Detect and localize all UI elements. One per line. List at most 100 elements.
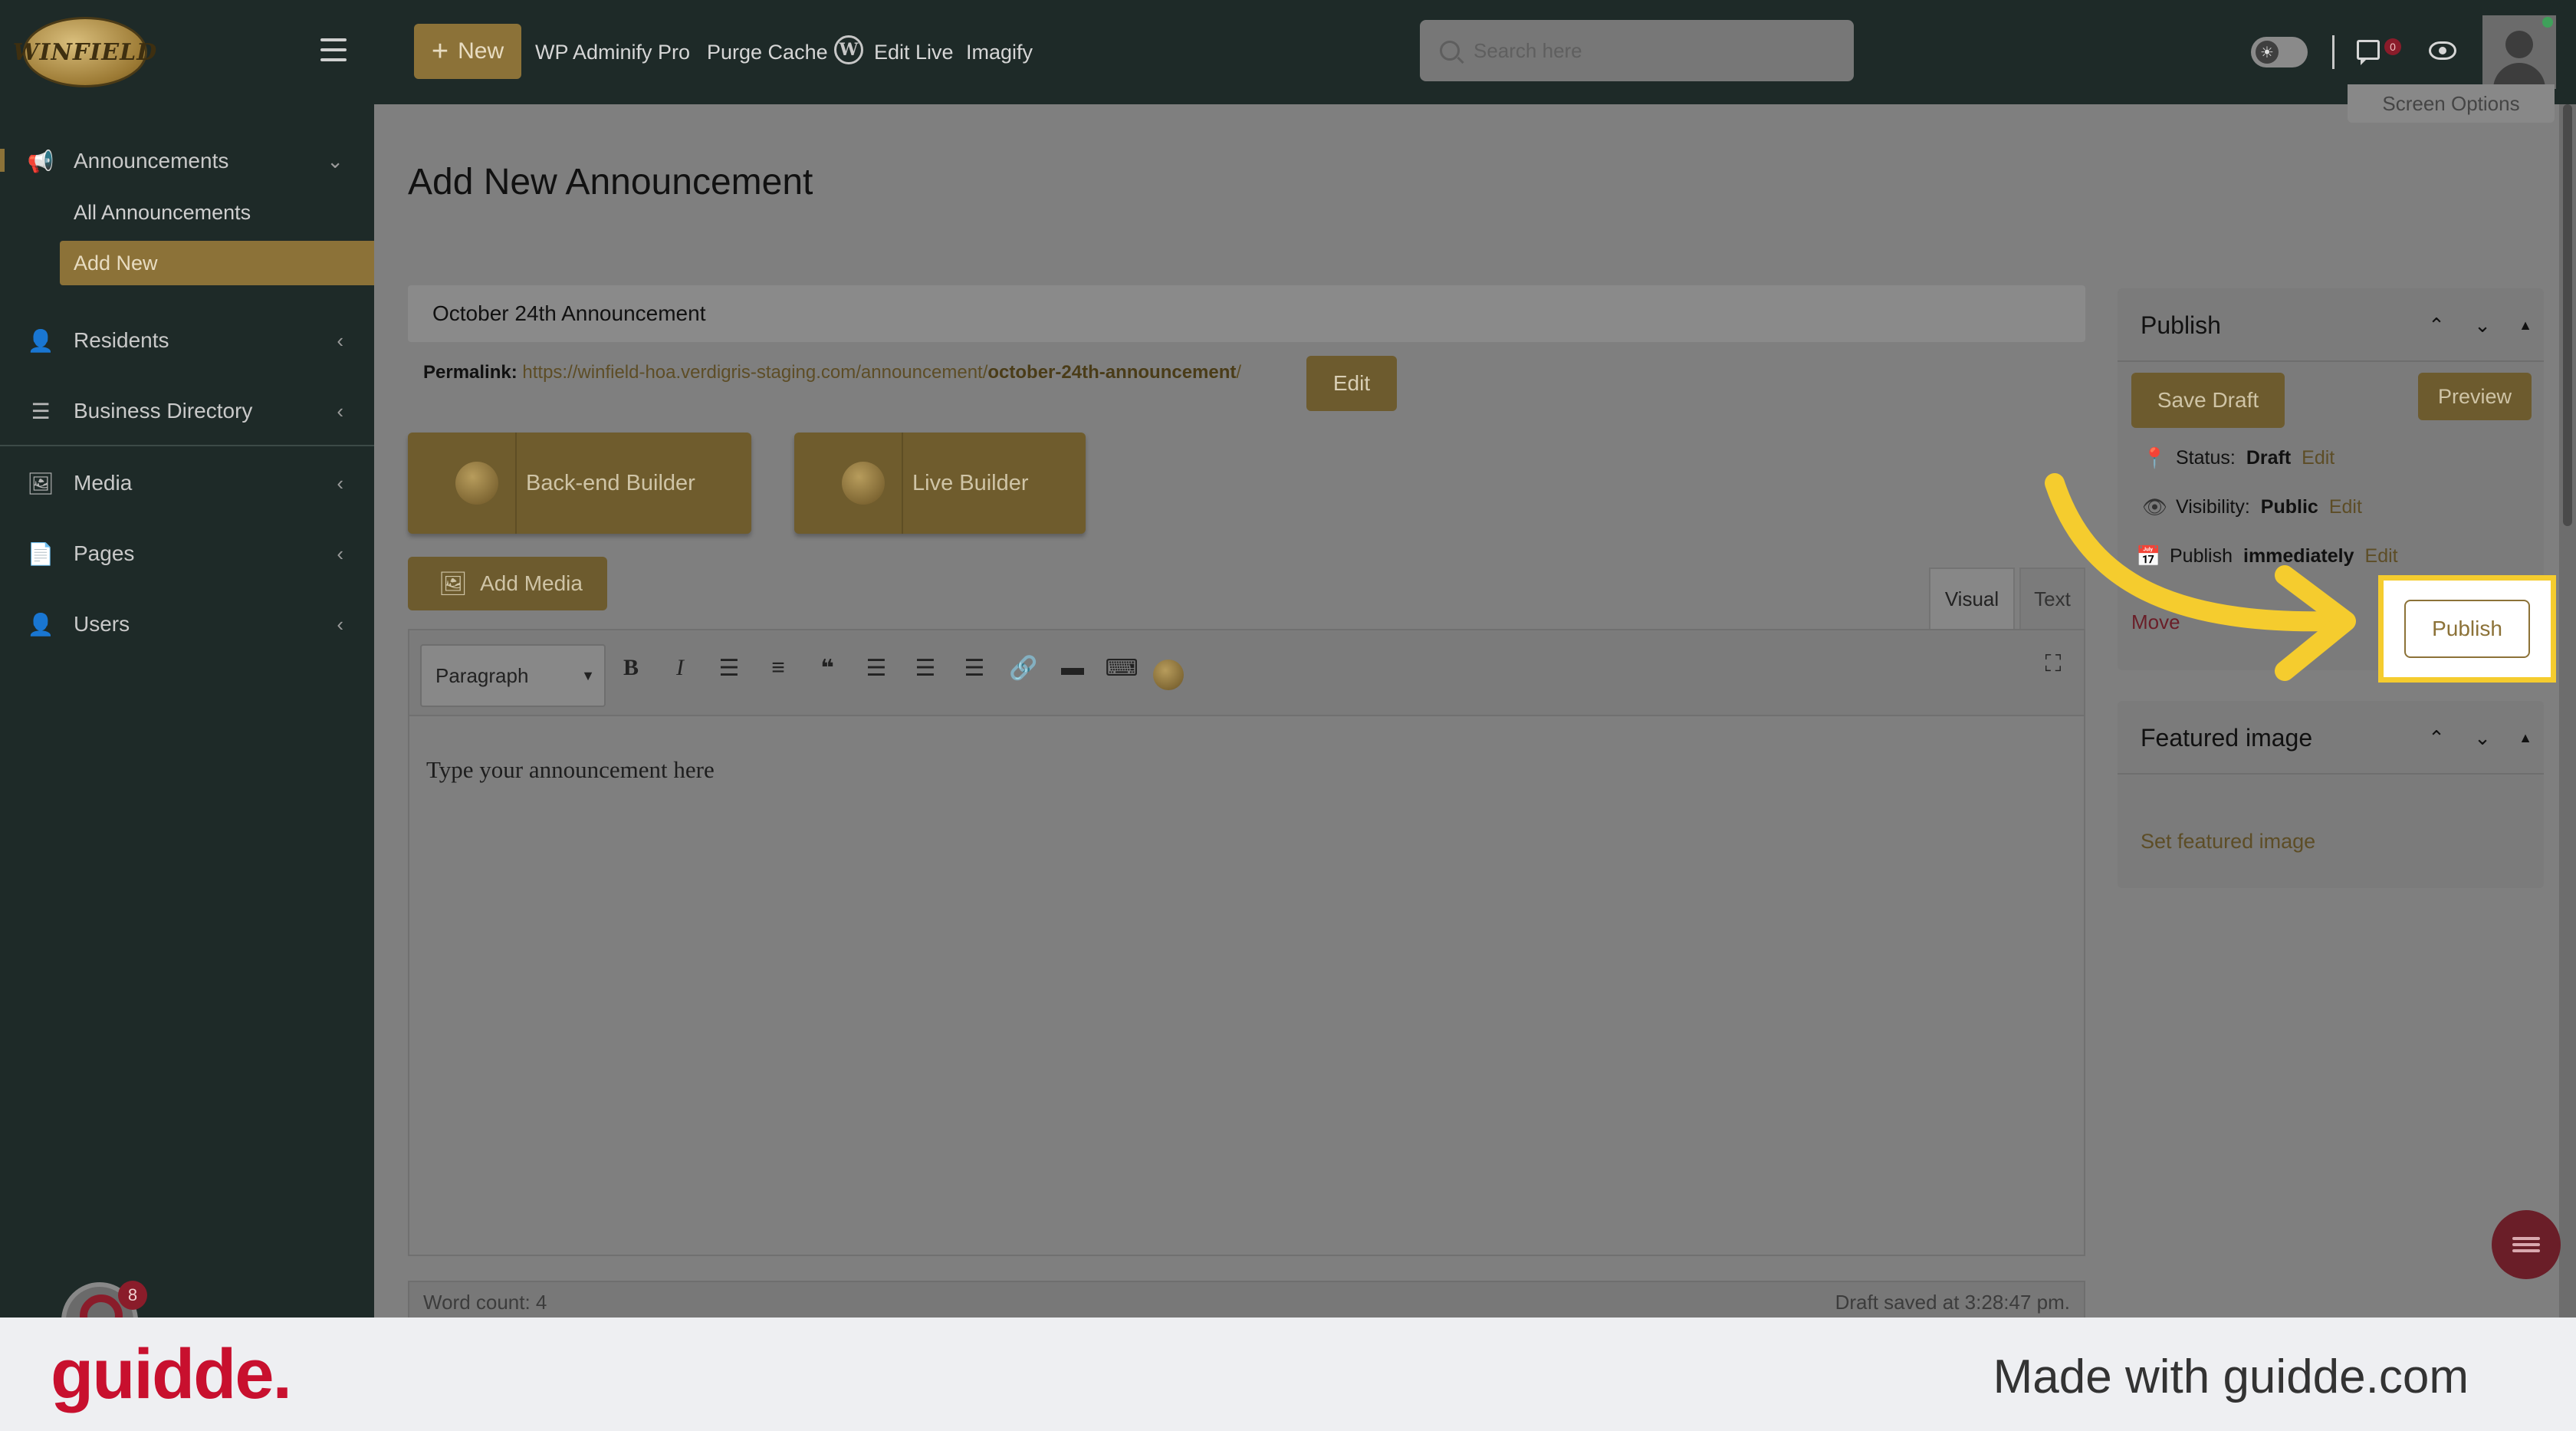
media-icon: 🖼 xyxy=(27,471,54,495)
sidebar-item-label: Residents xyxy=(74,328,169,352)
logo-text: WINFIELD xyxy=(12,38,158,66)
page-scrollbar[interactable] xyxy=(2559,104,2576,1318)
edit-permalink-button[interactable]: Edit xyxy=(1306,356,1397,411)
blockquote-icon[interactable]: ❝ xyxy=(808,649,846,687)
toolbar-toggle-icon[interactable]: ⌨ xyxy=(1102,649,1141,687)
builder-logo-icon xyxy=(455,462,498,505)
search-input[interactable] xyxy=(1474,38,1811,63)
sidebar-item-media[interactable]: 🖼 Media ‹ xyxy=(0,460,374,506)
read-more-icon[interactable]: ▬ xyxy=(1053,649,1092,687)
page-title: Add New Announcement xyxy=(408,162,813,202)
preview-button[interactable]: Preview xyxy=(2418,373,2532,420)
content-editor[interactable]: Type your announcement here xyxy=(408,716,2085,1256)
guidde-footer: guidde. Made with guidde.com xyxy=(0,1318,2576,1431)
permalink-label: Permalink: xyxy=(423,362,518,383)
menu-purge-cache[interactable]: Purge Cache xyxy=(707,0,828,104)
publish-button[interactable]: Publish xyxy=(2404,600,2530,658)
new-button[interactable]: + New xyxy=(414,24,521,79)
collapse-icon[interactable]: ▲ xyxy=(2512,311,2539,339)
view-site-eye-icon[interactable] xyxy=(2429,41,2456,60)
menu-wp-adminify-pro[interactable]: WP Adminify Pro xyxy=(535,0,690,104)
builder-shortcode-icon[interactable] xyxy=(1153,660,1184,690)
sidebar-item-residents[interactable]: 👤 Residents ‹ xyxy=(0,317,374,364)
sidebar-item-label: Users xyxy=(74,612,130,636)
chevron-down-icon: ⌄ xyxy=(327,149,343,173)
collapse-icon[interactable]: ▲ xyxy=(2512,724,2539,752)
add-media-button[interactable]: 🖼 Add Media xyxy=(408,557,607,610)
chevron-left-icon: ‹ xyxy=(337,471,343,495)
sidebar-item-pages[interactable]: 📄 Pages ‹ xyxy=(0,531,374,577)
dark-mode-toggle[interactable]: ☀ xyxy=(2251,37,2308,67)
user-icon: 👤 xyxy=(27,328,54,353)
menu-edit-live[interactable]: Edit Live xyxy=(874,0,954,104)
align-center-icon[interactable]: ☰ xyxy=(906,649,945,687)
media-icon: 🖼 xyxy=(439,571,468,597)
chevron-left-icon: ‹ xyxy=(337,399,343,423)
sidebar-sub-all-announcements[interactable]: All Announcements xyxy=(74,201,251,225)
made-with-guidde: Made with guidde.com xyxy=(1993,1350,2469,1403)
move-down-icon[interactable]: ⌄ xyxy=(2469,724,2496,752)
word-count: Word count: 4 xyxy=(423,1290,547,1314)
move-down-icon[interactable]: ⌄ xyxy=(2469,311,2496,339)
new-button-label: New xyxy=(458,38,504,64)
backend-builder-label: Back-end Builder xyxy=(526,470,695,495)
permalink-url[interactable]: https://winfield-hoa.verdigris-staging.c… xyxy=(522,362,1241,383)
featured-panel-header: Featured image ⌃ ⌄ ▲ xyxy=(2118,701,2544,775)
backend-builder-button[interactable]: Back-end Builder xyxy=(408,433,751,534)
chat-menu-button[interactable] xyxy=(2492,1210,2561,1279)
tab-visual[interactable]: Visual xyxy=(1929,567,2015,629)
tutorial-arrow xyxy=(2045,473,2356,681)
align-left-icon[interactable]: ☰ xyxy=(857,649,895,687)
sidebar-item-label: Announcements xyxy=(74,149,229,173)
list-icon: ☰ xyxy=(31,399,51,423)
numbered-list-icon[interactable]: ≡ xyxy=(759,649,797,687)
link-icon[interactable]: 🔗 xyxy=(1004,649,1043,687)
move-up-icon[interactable]: ⌃ xyxy=(2423,724,2450,752)
move-up-icon[interactable]: ⌃ xyxy=(2423,311,2450,339)
publish-panel-title: Publish xyxy=(2141,311,2221,339)
guidde-logo: guidde. xyxy=(51,1335,292,1413)
comment-count-badge: 0 xyxy=(2384,38,2401,55)
permalink: Permalink: https://winfield-hoa.verdigri… xyxy=(423,362,1241,383)
screen-options-button[interactable]: Screen Options xyxy=(2348,84,2555,123)
sidebar-item-announcements[interactable]: 📢 Announcements ⌄ xyxy=(0,138,374,184)
search-icon xyxy=(1440,41,1460,61)
sidebar-divider xyxy=(0,445,374,446)
guidde-notification-badge: 8 xyxy=(118,1281,147,1310)
sidebar-item-label: Pages xyxy=(74,541,135,565)
live-builder-label: Live Builder xyxy=(912,470,1029,495)
admin-sidebar: 📢 Announcements ⌄ All Announcements Add … xyxy=(0,104,374,1318)
sidebar-item-label: Business Directory xyxy=(74,399,253,423)
sidebar-item-label: Media xyxy=(74,471,133,495)
permalink-slug: october-24th-announcement xyxy=(987,362,1237,383)
bullet-list-icon[interactable]: ☰ xyxy=(710,649,748,687)
chevron-left-icon: ‹ xyxy=(337,328,343,352)
paragraph-format-select[interactable]: Paragraph ▼ xyxy=(420,644,606,707)
dropdown-arrow-icon: ▼ xyxy=(581,667,595,683)
publish-panel-header: Publish ⌃ ⌄ ▲ xyxy=(2118,288,2544,362)
site-logo[interactable]: WINFIELD xyxy=(13,17,156,87)
toolbar-divider xyxy=(2332,35,2334,69)
megaphone-icon: 📢 xyxy=(27,149,54,173)
sidebar-item-business-directory[interactable]: ☰ Business Directory ‹ xyxy=(0,388,374,434)
sidebar-item-users[interactable]: 👤 Users ‹ xyxy=(0,601,374,647)
italic-icon[interactable]: I xyxy=(661,649,699,687)
chevron-left-icon: ‹ xyxy=(337,541,343,565)
post-title-input[interactable]: October 24th Announcement xyxy=(408,285,2085,342)
admin-top-bar: WINFIELD + New WP Adminify Pro Purge Cac… xyxy=(0,0,2576,104)
sidebar-sub-add-new[interactable]: Add New xyxy=(60,241,374,285)
hamburger-menu-icon[interactable] xyxy=(320,38,347,64)
menu-imagify[interactable]: Imagify xyxy=(966,0,1033,104)
live-builder-button[interactable]: Live Builder xyxy=(794,433,1086,534)
add-media-label: Add Media xyxy=(480,571,583,595)
plus-icon: + xyxy=(431,35,449,67)
save-draft-button[interactable]: Save Draft xyxy=(2131,373,2285,428)
comment-icon[interactable] xyxy=(2357,40,2380,65)
featured-panel-title: Featured image xyxy=(2141,723,2313,752)
align-right-icon[interactable]: ☰ xyxy=(955,649,994,687)
draft-saved-status: Draft saved at 3:28:47 pm. xyxy=(1835,1290,2070,1314)
set-featured-image-link[interactable]: Set featured image xyxy=(2141,830,2315,854)
online-status-dot xyxy=(2542,17,2553,28)
format-select-value: Paragraph xyxy=(435,663,529,687)
bold-icon[interactable]: B xyxy=(612,649,650,687)
